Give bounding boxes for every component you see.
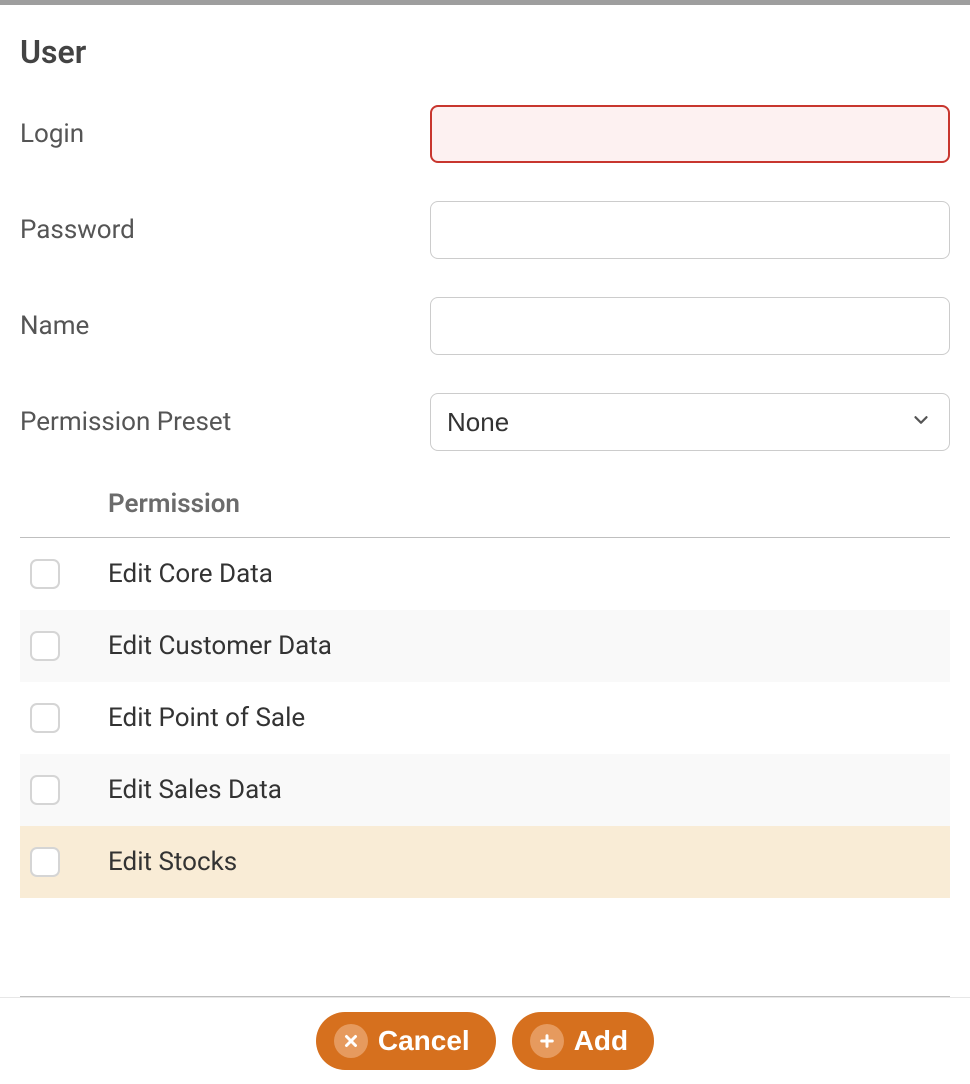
- permission-check-col: [20, 631, 108, 661]
- page-title: User: [20, 33, 950, 71]
- close-icon: [334, 1024, 368, 1058]
- permission-checkbox[interactable]: [30, 847, 60, 877]
- permission-preset-row: Permission Preset None: [20, 393, 950, 451]
- permission-check-col: [20, 703, 108, 733]
- plus-icon: [530, 1024, 564, 1058]
- name-label: Name: [20, 311, 430, 341]
- permission-label: Edit Customer Data: [108, 631, 332, 661]
- permission-checkbox[interactable]: [30, 631, 60, 661]
- add-button-label: Add: [574, 1025, 628, 1057]
- cancel-button-label: Cancel: [378, 1025, 470, 1057]
- user-dialog: User Login Password Name Permission Pres…: [0, 0, 970, 1084]
- login-label: Login: [20, 119, 430, 149]
- permission-row: Edit Sales Data: [20, 754, 950, 826]
- permission-row: Edit Stocks: [20, 826, 950, 898]
- password-input[interactable]: [430, 201, 950, 259]
- cancel-button[interactable]: Cancel: [316, 1012, 496, 1070]
- name-row: Name: [20, 297, 950, 355]
- permission-row: Edit Point of Sale: [20, 682, 950, 754]
- permission-label: Edit Sales Data: [108, 775, 282, 805]
- login-row: Login: [20, 105, 950, 163]
- permissions-scroll[interactable]: Edit Core Data Edit Customer Data Edit Poi…: [20, 538, 950, 990]
- permissions-header-row: Permission: [20, 489, 950, 538]
- permission-preset-wrap: None: [430, 393, 950, 451]
- permission-preset-select[interactable]: None: [430, 393, 950, 451]
- name-input[interactable]: [430, 297, 950, 355]
- permission-label: Edit Point of Sale: [108, 703, 305, 733]
- dialog-footer: Cancel Add: [0, 997, 970, 1084]
- dialog-content: User Login Password Name Permission Pres…: [0, 5, 970, 997]
- permission-label: Edit Stocks: [108, 847, 237, 877]
- password-row: Password: [20, 201, 950, 259]
- password-label: Password: [20, 215, 430, 245]
- permission-check-col: [20, 847, 108, 877]
- name-field-wrap: [430, 297, 950, 355]
- permission-check-col: [20, 775, 108, 805]
- permission-row: Edit Core Data: [20, 538, 950, 610]
- add-button[interactable]: Add: [512, 1012, 654, 1070]
- login-field-wrap: [430, 105, 950, 163]
- permission-checkbox[interactable]: [30, 703, 60, 733]
- permission-checkbox[interactable]: [30, 559, 60, 589]
- permission-checkbox[interactable]: [30, 775, 60, 805]
- permissions-header-label: Permission: [108, 489, 240, 519]
- permission-check-col: [20, 559, 108, 589]
- permissions-section: Permission Edit Core Data Edit Customer D…: [20, 489, 950, 997]
- permission-row: Edit Customer Data: [20, 610, 950, 682]
- permission-preset-label: Permission Preset: [20, 407, 430, 437]
- permission-label: Edit Core Data: [108, 559, 273, 589]
- login-input[interactable]: [430, 105, 950, 163]
- password-field-wrap: [430, 201, 950, 259]
- permissions-list: Edit Core Data Edit Customer Data Edit Poi…: [20, 538, 950, 898]
- permissions-header-check-col: [20, 489, 108, 519]
